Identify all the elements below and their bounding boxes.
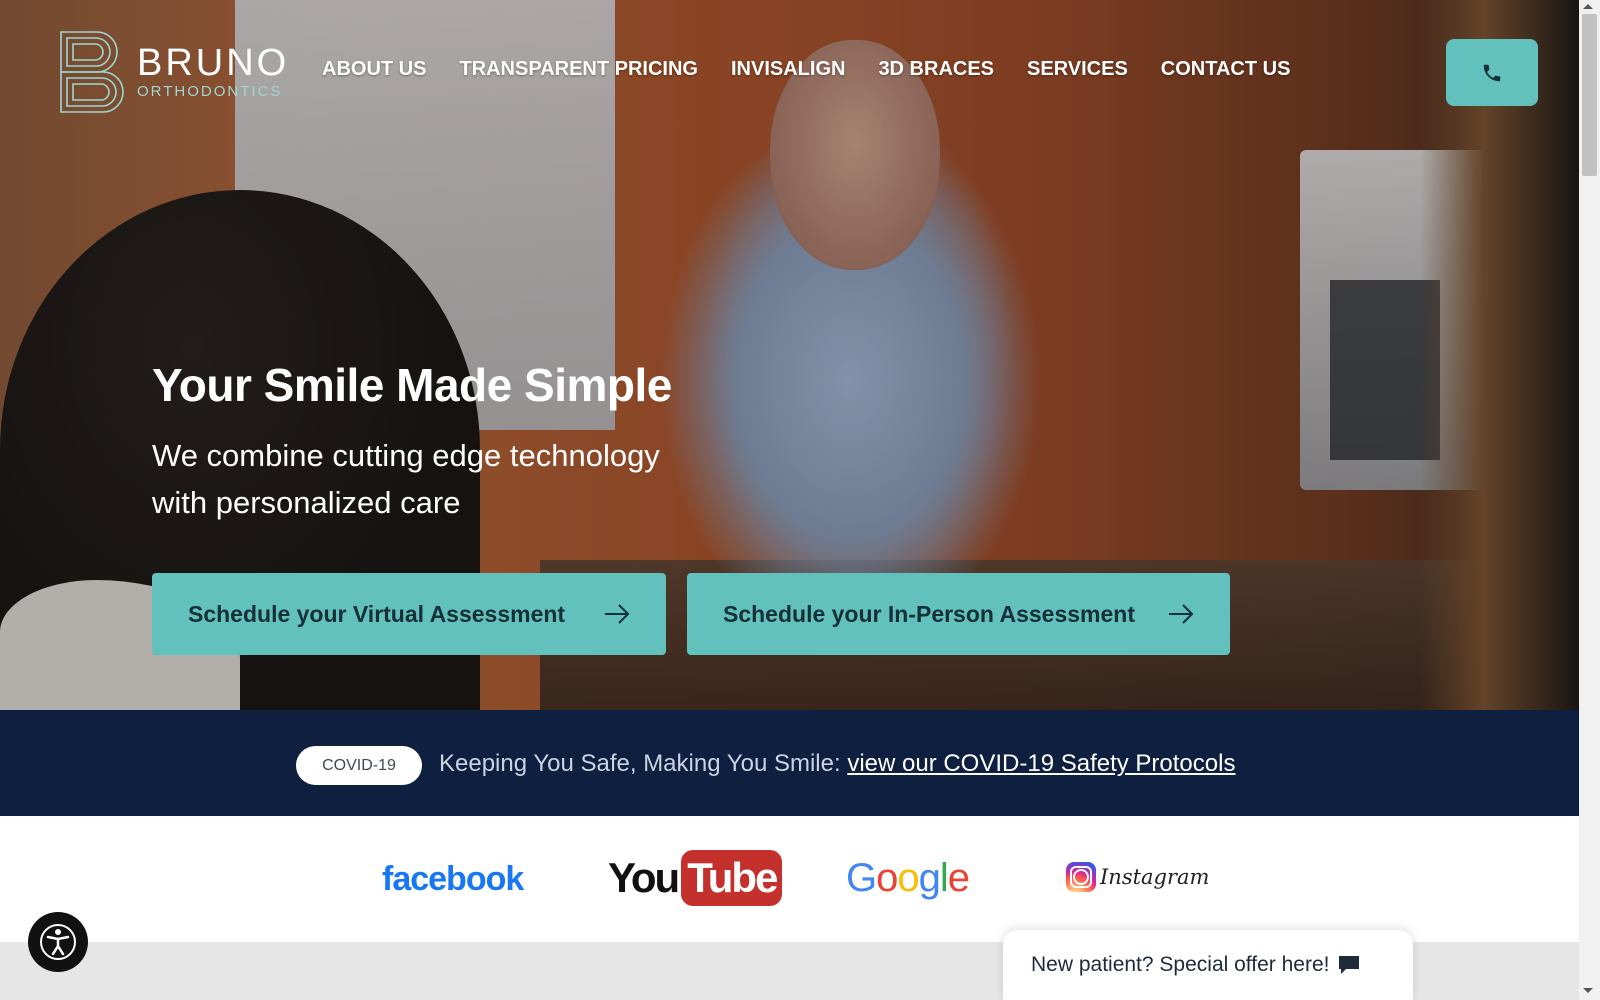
schedule-inperson-label: Schedule your In-Person Assessment <box>723 600 1136 627</box>
youtube-logo-tube: Tube <box>681 850 783 906</box>
hero-title: Your Smile Made Simple <box>152 359 672 411</box>
nav-invisalign[interactable]: INVISALIGN <box>731 58 845 81</box>
covid-message-text: Keeping You Safe, Making You Smile: <box>439 750 848 777</box>
covid-message: Keeping You Safe, Making You Smile: view… <box>439 750 1235 778</box>
phone-icon <box>1483 64 1501 81</box>
google-letter: g <box>918 856 941 900</box>
covid-badge: COVID-19 <box>296 746 422 785</box>
arrow-right-icon <box>1169 604 1194 624</box>
scroll-down-icon[interactable] <box>1583 988 1593 993</box>
special-offer-widget[interactable]: New patient? Special offer here! <box>1003 930 1413 1000</box>
main-nav: ABOUT US TRANSPARENT PRICING INVISALIGN … <box>322 58 1290 81</box>
hero-subtitle: We combine cutting edge technology with … <box>152 438 660 520</box>
youtube-logo-you: You <box>608 854 680 901</box>
nav-3d-braces[interactable]: 3D BRACES <box>878 58 994 81</box>
arrow-right-icon <box>605 604 630 624</box>
site-logo[interactable]: BRUNO ORTHODONTICS <box>55 28 289 116</box>
phone-button[interactable] <box>1446 39 1538 106</box>
chat-icon <box>1339 956 1360 974</box>
accessibility-button[interactable] <box>28 912 88 972</box>
scrollbar-thumb[interactable] <box>1582 14 1597 176</box>
nav-about-us[interactable]: ABOUT US <box>322 58 426 81</box>
social-strip <box>0 816 1579 942</box>
logo-brand-sub: ORTHODONTICS <box>137 83 283 100</box>
logo-text: BRUNO ORTHODONTICS <box>137 43 289 101</box>
google-letter: o <box>897 856 919 900</box>
instagram-link[interactable]: Instagram <box>1066 862 1209 892</box>
google-letter: o <box>876 856 898 900</box>
nav-transparent-pricing[interactable]: TRANSPARENT PRICING <box>459 58 698 81</box>
nav-contact-us[interactable]: CONTACT US <box>1161 58 1291 81</box>
schedule-virtual-button[interactable]: Schedule your Virtual Assessment <box>152 573 666 655</box>
nav-services[interactable]: SERVICES <box>1027 58 1128 81</box>
logo-brand-name: BRUNO <box>137 42 290 84</box>
youtube-link[interactable]: You Tube <box>608 850 783 906</box>
logo-mark-icon <box>60 31 124 113</box>
instagram-icon <box>1066 862 1096 892</box>
schedule-inperson-button[interactable]: Schedule your In-Person Assessment <box>687 573 1230 655</box>
google-link[interactable]: Google <box>846 856 970 901</box>
facebook-link[interactable]: facebook <box>382 860 524 899</box>
instagram-label: Instagram <box>1100 865 1210 889</box>
scroll-up-icon[interactable] <box>1583 4 1593 9</box>
accessibility-icon <box>40 924 76 960</box>
google-letter: l <box>939 856 949 900</box>
special-offer-text: New patient? Special offer here! <box>1031 953 1330 976</box>
google-letter: G <box>846 856 877 900</box>
google-letter: e <box>947 856 970 900</box>
schedule-virtual-label: Schedule your Virtual Assessment <box>188 600 566 627</box>
covid-protocols-link[interactable]: view our COVID-19 Safety Protocols <box>847 750 1235 777</box>
